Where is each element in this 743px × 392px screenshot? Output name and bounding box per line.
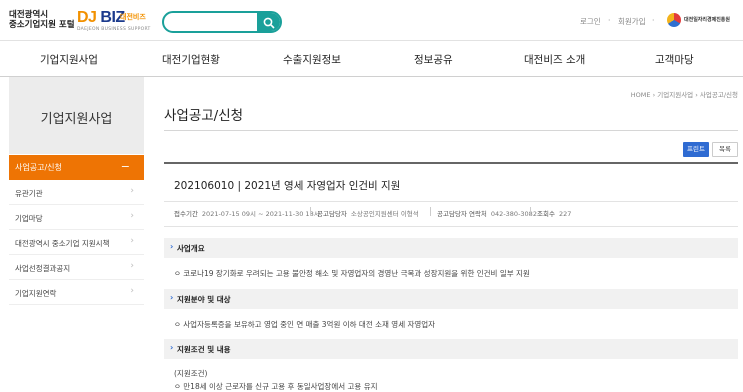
search-input[interactable] — [170, 16, 258, 30]
chevron-right-icon: › — [130, 186, 134, 196]
sidebar-item-related[interactable]: 유관기관 › — [9, 180, 144, 205]
brand-en: DAEJEON BUSINESS SUPPORT — [77, 27, 151, 32]
logo-line1: 대전광역시 — [9, 10, 49, 20]
section-heading-label: 지원분야 및 대상 — [177, 295, 231, 304]
sidebar-item-label: 사업공고/신청 — [15, 163, 62, 172]
sidebar-item-results[interactable]: 사업선정결과공지 › — [9, 255, 144, 280]
chevron-right-icon: › — [130, 261, 134, 271]
sidebar-item-label: 사업선정결과공지 — [15, 264, 71, 273]
sidebar-title-box: 기업지원사업 — [9, 77, 144, 154]
util-separator: · — [608, 16, 611, 25]
section-body-overview: ㅇ 코로나19 장기화로 우려되는 고용 불안정 해소 및 자영업자의 경영난 … — [174, 269, 530, 278]
sidebar: 기업지원사업 사업공고/신청 − 유관기관 › 기업마당 › 대전광역시 중소기… — [9, 77, 144, 391]
meta-manager-label: 공고담당자 — [317, 210, 347, 218]
chevron-right-icon: › — [130, 236, 134, 246]
join-link[interactable]: 회원가입 — [618, 16, 646, 27]
divider — [164, 201, 738, 202]
logo-line2: 중소기업지원 포털 — [9, 20, 75, 30]
brand-sub: 대전비즈 — [120, 13, 146, 21]
gnb-item-companies[interactable]: 대전기업현황 — [162, 52, 220, 67]
djbiz-logo[interactable]: DJ BIZ — [77, 9, 125, 27]
section-heading-overview: › 사업개요 — [164, 238, 738, 258]
chevron-right-icon: › — [130, 211, 134, 221]
sidebar-item-bizmadang[interactable]: 기업마당 › — [9, 205, 144, 230]
meta-separator — [430, 207, 431, 216]
agency-name: 대전일자리경제진흥원 — [684, 17, 731, 23]
post-title: 202106010 | 2021년 영세 자영업자 인건비 지원 — [174, 180, 401, 192]
agency-link[interactable]: 대전일자리경제진흥원 — [667, 13, 739, 27]
chevron-right-icon: › — [170, 293, 174, 302]
global-nav: 기업지원사업 대전기업현황 수출지원정보 정보공유 대전비즈 소개 고객마당 — [0, 40, 743, 77]
section-heading-target: › 지원분야 및 대상 — [164, 289, 738, 309]
list-button[interactable]: 목록 — [712, 142, 738, 157]
agency-emblem-icon — [667, 13, 681, 27]
sidebar-item-label: 대전광역시 중소기업 지원시책 — [15, 239, 110, 248]
breadcrumb-home[interactable]: HOME — [631, 91, 651, 99]
section-heading-label: 사업개요 — [177, 244, 205, 253]
meta-period-value: 2021-07-15 09시 ~ 2021-11-30 18시 — [201, 210, 320, 218]
chevron-right-icon: › — [170, 343, 174, 352]
gnb-item-support[interactable]: 기업지원사업 — [40, 52, 98, 67]
search-button[interactable] — [257, 13, 280, 31]
gnb-item-export[interactable]: 수출지원정보 — [283, 52, 341, 67]
meta-contact-label: 공고담당자 연락처 — [437, 210, 487, 218]
meta-separator — [310, 207, 311, 216]
meta-views-value: 227 — [558, 210, 572, 218]
brand-dj: DJ — [77, 9, 97, 26]
gnb-item-about[interactable]: 대전비즈 소개 — [524, 52, 585, 67]
meta-period-label: 접수기간 — [174, 210, 198, 218]
chevron-right-icon: › — [170, 242, 174, 251]
breadcrumb: HOME › 기업지원사업 › 사업공고/신청 — [631, 89, 738, 99]
minus-icon: − — [120, 160, 130, 173]
sidebar-item-policy[interactable]: 대전광역시 중소기업 지원시책 › — [9, 230, 144, 255]
post-detail: 202106010 | 2021년 영세 자영업자 인건비 지원 접수기간 202… — [164, 162, 738, 391]
meta-views: 조회수 227 — [537, 208, 571, 218]
chevron-right-icon: › — [130, 286, 134, 296]
meta-manager-value: 소상공인지원센터 이형석 — [350, 210, 419, 218]
section-body-conditions-item: ㅇ 만18세 이상 근로자를 신규 고용 후 동일사업장에서 고용 유지 — [174, 382, 378, 391]
breadcrumb-level1[interactable]: 기업지원사업 — [657, 91, 693, 99]
util-separator: · — [652, 16, 655, 25]
breadcrumb-level2[interactable]: 사업공고/신청 — [700, 91, 738, 99]
main-content: HOME › 기업지원사업 › 사업공고/신청 사업공고/신청 프린트 목록 2… — [164, 77, 738, 391]
sidebar-item-label: 기업마당 — [15, 214, 43, 223]
section-heading-label: 지원조건 및 내용 — [177, 345, 231, 354]
section-body-conditions: (지원조건) — [174, 369, 208, 378]
gnb-item-customer[interactable]: 고객마당 — [655, 52, 694, 67]
print-button[interactable]: 프린트 — [683, 142, 709, 157]
divider — [164, 226, 738, 227]
meta-manager: 공고담당자 소상공인지원센터 이형석 — [317, 208, 419, 218]
login-link[interactable]: 로그인 — [580, 16, 601, 27]
search-icon — [263, 17, 275, 29]
meta-views-label: 조회수 — [537, 210, 555, 218]
sidebar-item-label: 유관기관 — [15, 189, 43, 198]
gnb-item-info[interactable]: 정보공유 — [414, 52, 453, 67]
sidebar-item-contact[interactable]: 기업지원연락 › — [9, 280, 144, 305]
top-bar: 대전광역시 중소기업지원 포털 DJ BIZ 대전비즈 DAEJEON BUSI… — [0, 0, 743, 40]
meta-period: 접수기간 2021-07-15 09시 ~ 2021-11-30 18시 — [174, 208, 320, 218]
divider — [164, 130, 738, 131]
search-box — [162, 11, 282, 33]
meta-contact: 공고담당자 연락처 042-380-3082 — [437, 208, 537, 218]
sidebar-title: 기업지원사업 — [40, 112, 113, 127]
sidebar-item-label: 기업지원연락 — [15, 289, 57, 298]
portal-logo[interactable]: 대전광역시 중소기업지원 포털 — [9, 10, 75, 30]
page-title: 사업공고/신청 — [164, 108, 244, 124]
section-body-target: ㅇ 사업자등록증을 보유하고 영업 중인 연 매출 3억원 이하 대전 소재 영… — [174, 320, 436, 329]
meta-separator — [530, 207, 531, 216]
sidebar-item-active[interactable]: 사업공고/신청 − — [9, 155, 144, 180]
section-heading-conditions: › 지원조건 및 내용 — [164, 339, 738, 359]
